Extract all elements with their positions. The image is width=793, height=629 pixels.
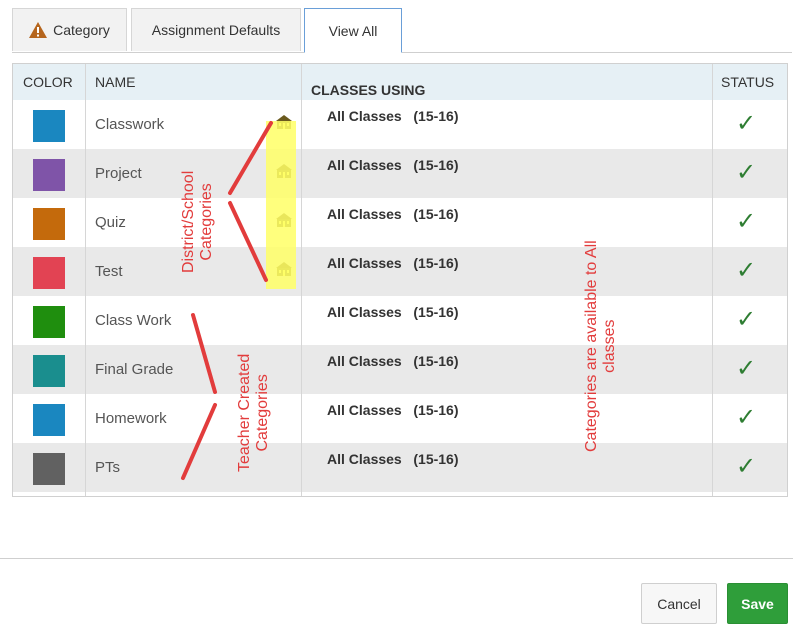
tab-label: View All <box>328 22 378 39</box>
color-swatch[interactable] <box>33 257 65 289</box>
table-row[interactable]: Homework All Classes (15-16) ✓ <box>13 394 787 443</box>
color-swatch[interactable] <box>33 110 65 142</box>
classes-using: All Classes (15-16) <box>327 255 459 271</box>
classes-using: All Classes (15-16) <box>327 206 459 222</box>
classes-using: All Classes (15-16) <box>327 402 459 418</box>
classes-using: All Classes (15-16) <box>327 353 459 369</box>
category-name[interactable]: Final Grade <box>95 345 173 394</box>
header-color: COLOR <box>23 74 73 90</box>
header-name: NAME <box>95 74 136 90</box>
color-swatch[interactable] <box>33 208 65 240</box>
category-name[interactable]: Test <box>95 247 123 296</box>
category-name[interactable]: Project <box>95 149 142 198</box>
table-row[interactable]: Quiz All Classes (15-16) ✓ <box>13 198 787 247</box>
table-header: COLOR NAME CLASSES USING STATUS <box>13 64 787 100</box>
tab-view-all[interactable]: View All <box>304 8 402 53</box>
classes-using: All Classes (15-16) <box>327 157 459 173</box>
color-swatch[interactable] <box>33 306 65 338</box>
table-row[interactable]: Test All Classes (15-16) ✓ <box>13 247 787 296</box>
category-name[interactable]: Classwork <box>95 100 164 149</box>
classes-using: All Classes (15-16) <box>327 108 459 124</box>
check-icon[interactable]: ✓ <box>736 210 756 234</box>
category-name[interactable]: PTs <box>95 443 120 492</box>
check-icon[interactable]: ✓ <box>736 161 756 185</box>
table-row[interactable]: Class Work All Classes (15-16) ✓ <box>13 296 787 345</box>
color-swatch[interactable] <box>33 355 65 387</box>
category-name[interactable]: Class Work <box>95 296 171 345</box>
category-name[interactable]: Quiz <box>95 198 126 247</box>
check-icon[interactable]: ✓ <box>736 112 756 136</box>
color-swatch[interactable] <box>33 453 65 485</box>
color-swatch[interactable] <box>33 159 65 191</box>
categories-table: COLOR NAME CLASSES USING STATUS Classwor… <box>12 63 788 497</box>
classes-using: All Classes (15-16) <box>327 451 459 467</box>
column-divider <box>301 64 302 496</box>
cancel-button[interactable]: Cancel <box>641 583 717 624</box>
save-button[interactable]: Save <box>727 583 788 624</box>
check-icon[interactable]: ✓ <box>736 406 756 430</box>
tab-assignment-defaults[interactable]: Assignment Defaults <box>131 8 301 51</box>
column-divider <box>712 64 713 496</box>
highlight-marker <box>266 121 296 289</box>
tab-bar: Category Assignment Defaults View All <box>12 8 792 53</box>
tab-category[interactable]: Category <box>12 8 127 51</box>
footer-divider <box>0 558 793 559</box>
table-row[interactable]: Classwork All Classes (15-16) ✓ <box>13 100 787 149</box>
column-divider <box>85 64 86 496</box>
check-icon[interactable]: ✓ <box>736 308 756 332</box>
table-row[interactable]: Final Grade All Classes (15-16) ✓ <box>13 345 787 394</box>
check-icon[interactable]: ✓ <box>736 357 756 381</box>
category-name[interactable]: Homework <box>95 394 167 443</box>
tab-label: Category <box>53 22 110 38</box>
classes-using: All Classes (15-16) <box>327 304 459 320</box>
check-icon[interactable]: ✓ <box>736 259 756 283</box>
color-swatch[interactable] <box>33 404 65 436</box>
table-row[interactable]: Project All Classes (15-16) ✓ <box>13 149 787 198</box>
warning-icon <box>29 22 48 38</box>
check-icon[interactable]: ✓ <box>736 455 756 479</box>
table-row[interactable]: PTs All Classes (15-16) ✓ <box>13 443 787 492</box>
header-status: STATUS <box>721 74 775 90</box>
tab-label: Assignment Defaults <box>151 22 281 38</box>
